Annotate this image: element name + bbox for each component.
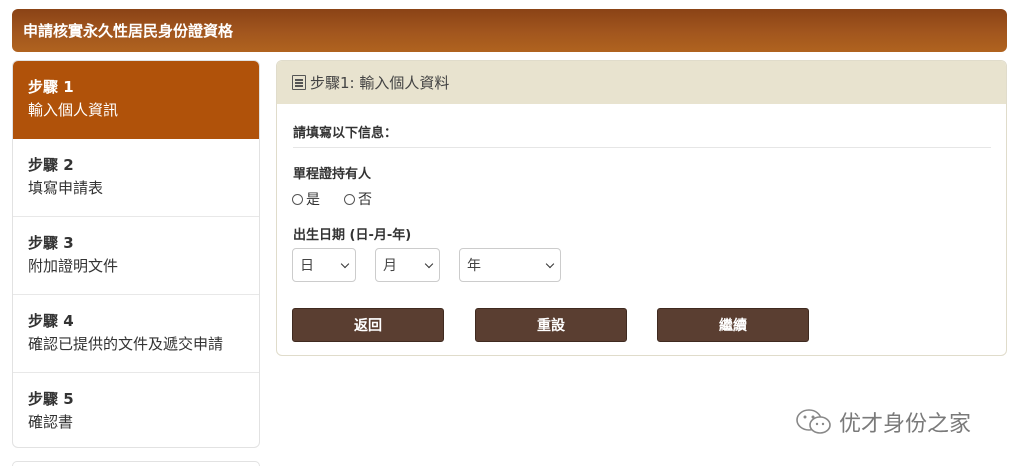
radio-yes[interactable]: 是 [292, 189, 320, 209]
list-icon [292, 75, 306, 90]
month-select-value: 月 [383, 258, 397, 274]
form-panel: 步驟1: 輸入個人資料 請填寫以下信息： 單程證持有人 是 否 出生日期 (日-… [276, 60, 1007, 356]
chevron-down-icon [424, 259, 434, 269]
sidebar-step-5[interactable]: 步驟 5 確認書 [13, 373, 259, 447]
step-sidebar: 步驟 1 輸入個人資訊 步驟 2 填寫申請表 步驟 3 附加證明文件 步驟 4 … [12, 60, 260, 448]
radio-circle-icon[interactable] [292, 193, 303, 205]
radio-yes-label: 是 [306, 192, 320, 208]
watermark-text: 优才身份之家 [839, 412, 972, 437]
day-select[interactable]: 日 [292, 248, 356, 282]
sidebar-step-1[interactable]: 步驟 1 輸入個人資訊 [13, 61, 259, 139]
radio-no-label: 否 [358, 192, 372, 208]
form-prompt: 請填寫以下信息： [293, 122, 991, 148]
step-number: 步驟 1 [28, 78, 74, 96]
step-label: 填寫申請表 [28, 179, 104, 197]
sidebar-step-3[interactable]: 步驟 3 附加證明文件 [13, 217, 259, 295]
panel-header: 步驟1: 輸入個人資料 [277, 61, 1006, 104]
page-header: 申請核實永久性居民身份證資格 [12, 9, 1007, 52]
back-button[interactable]: 返回 [292, 308, 444, 342]
radio-no[interactable]: 否 [344, 189, 372, 209]
step-label: 確認書 [28, 413, 74, 431]
chevron-down-icon [340, 259, 350, 269]
step-label: 附加證明文件 [28, 257, 119, 275]
step-number: 步驟 2 [28, 156, 74, 174]
step-number: 步驟 4 [28, 312, 74, 330]
page-title: 申請核實永久性居民身份證資格 [23, 22, 234, 40]
sidebar-step-4[interactable]: 步驟 4 確認已提供的文件及遞交申請 [13, 295, 259, 373]
sidebar-lower-panel [12, 461, 260, 466]
holder-radio-group: 是 否 [292, 189, 396, 209]
step-label: 確認已提供的文件及遞交申請 [28, 335, 224, 353]
watermark: 优才身份之家 [795, 406, 971, 438]
holder-label: 單程證持有人 [293, 167, 372, 182]
year-select[interactable]: 年 [459, 248, 561, 282]
reset-button[interactable]: 重設 [475, 308, 627, 342]
step-number: 步驟 3 [28, 234, 74, 252]
sidebar-step-2[interactable]: 步驟 2 填寫申請表 [13, 139, 259, 217]
year-select-value: 年 [467, 258, 481, 274]
month-select[interactable]: 月 [375, 248, 440, 282]
continue-button[interactable]: 繼續 [657, 308, 809, 342]
radio-circle-icon[interactable] [344, 193, 355, 205]
wechat-icon [796, 409, 831, 434]
panel-title: 步驟1: 輸入個人資料 [310, 74, 450, 92]
chevron-down-icon [545, 259, 555, 269]
dob-label: 出生日期 (日-月-年) [293, 228, 412, 243]
step-label: 輸入個人資訊 [28, 101, 119, 119]
day-select-value: 日 [300, 258, 314, 274]
step-number: 步驟 5 [28, 390, 74, 408]
